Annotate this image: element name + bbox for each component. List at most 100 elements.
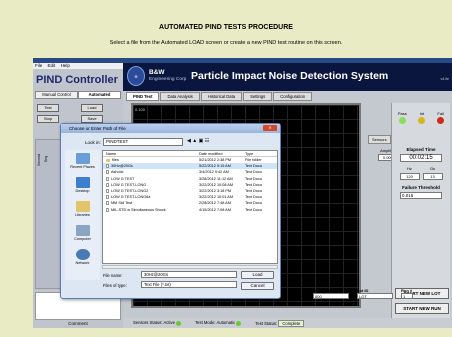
look-in-dropdown[interactable]: PINDTEST [103,138,183,146]
col-name[interactable]: Name [103,151,199,156]
sensors-status-led-icon [176,320,182,326]
document-icon [106,188,109,193]
file-dialog: Choose or Enter Path of File ✕ Look in: … [60,123,281,299]
place-computer[interactable]: Computer [65,225,100,241]
status-bar: Sensors Status: Active Test Mode: Automa… [123,318,452,328]
file-name-input[interactable]: 30Hz@20Gs [141,271,237,278]
failure-threshold-value[interactable]: 0.015 [400,192,442,199]
document-icon [106,182,109,187]
file-date: 4/15/2012 7:08 AM [199,207,231,212]
page-title: AUTOMATED PIND TESTS PROCEDURE [159,24,293,31]
computer-icon [75,225,90,236]
file-name-label: File name: [103,273,123,278]
header-banner: ⊕ B&W Engineering Corp Particle Impact N… [123,63,452,91]
tab-pind-test[interactable]: PIND Test [126,92,160,101]
file-row[interactable]: MIL-STD w Simultaneous Shock 4/15/2012 7:… [103,207,277,213]
document-icon [106,201,109,206]
start-new-run-button[interactable]: START NEW RUN [395,303,449,314]
horizontal-scrollbar[interactable] [102,265,278,269]
document-icon [106,195,109,200]
menu-edit[interactable]: Edit [48,63,56,68]
cancel-button[interactable]: Cancel [241,282,274,290]
place-network[interactable]: Network [65,249,100,265]
main-tabs: PIND Test Data Analysis Historical Data … [126,92,313,101]
file-name: 30Hz@20Gs [111,164,133,169]
pass-led-icon [398,117,406,124]
load-button[interactable]: Load [81,104,103,112]
hz-value[interactable]: 120 [399,173,420,180]
elapsed-time-value: 00:02:15 [400,154,442,162]
up-folder-icon[interactable]: ▲ [192,138,197,144]
col-type[interactable]: Type [245,151,277,156]
col-date[interactable]: Date modified [199,151,245,156]
comment-label: Comment [68,321,88,326]
place-desktop[interactable]: Desktop [65,177,100,193]
test-fields: UNIT S/N 000 Lot ID LOT Run #1 [313,288,413,299]
elapsed-time-label: Elapsed Time [406,147,436,152]
controller-title: PIND Controller [36,74,118,86]
file-name: MIL-STD w Simultaneous Shock [111,207,166,212]
fail-label: Fail [437,111,444,116]
folder-icon [106,158,110,162]
file-list: Name Date modified Type files 5/21/2012 2… [102,150,278,264]
test-status-label: Test Status: [255,320,278,326]
save-button[interactable]: Save [81,115,103,123]
gs-value[interactable]: 13 [422,173,443,180]
place-libraries[interactable]: Libraries [65,201,100,217]
new-folder-icon[interactable]: ▣ [199,138,204,144]
document-icon [106,164,109,169]
globe-logo-icon: ⊕ [127,66,145,86]
file-name: LOW G TEST-LONG [111,182,147,187]
int-led-icon [418,117,426,124]
file-type-label: Files of type: [103,283,127,288]
tab-automated[interactable]: Automated [78,91,121,99]
tab-data-analysis[interactable]: Data Analysis [160,92,200,101]
gs-label: Gs [429,166,436,171]
pass-int-fail-indicators: Pass Int Fail [392,103,450,125]
menu-file[interactable]: File [35,63,42,68]
back-icon[interactable]: ◀ [187,138,191,144]
sensors-button[interactable]: Sensors [368,135,391,144]
unit-sn-input[interactable]: 000 [313,293,349,299]
test-button[interactable]: Test [37,104,59,112]
page-subtitle: Select a file from the Automated LOAD sc… [109,40,343,46]
stop-button[interactable]: Stop [37,115,59,123]
file-name: LOW G TEST-LONG6a [111,195,151,200]
version-label: v4.0e [440,77,449,81]
libraries-icon [75,201,90,212]
tab-manual-control[interactable]: Manual Control [35,91,78,99]
desktop-icon [75,177,90,188]
pass-label: Pass [397,111,407,116]
recent-places-icon [75,153,90,164]
chart-top-label: 0.100 [135,107,146,112]
left-tabs: Manual Control Automated [35,91,121,99]
file-name: Ashock [111,170,124,175]
tab-configuration[interactable]: Configuration [273,92,313,101]
file-type: Text Docu [245,207,262,212]
network-icon [75,249,90,260]
dialog-title: Choose or Enter Path of File [61,124,280,133]
document-icon [106,207,109,212]
test-mode-led-icon [236,320,242,326]
brand-sub: Engineering Corp [149,77,187,82]
load-file-button[interactable]: Load [241,271,274,279]
close-icon[interactable]: ✕ [263,125,277,131]
tab-settings[interactable]: Settings [243,92,273,101]
sensors-status: Sensors Status: Active [133,320,175,326]
place-recent[interactable]: Recent Places [65,153,100,169]
hz-label: Hz [407,166,412,171]
brand-name: B&W [149,69,165,76]
file-name: MM Std Test [111,201,133,206]
run-input[interactable]: 1 [401,293,413,299]
tab-historical-data[interactable]: Historical Data [200,92,243,101]
file-name: files [112,158,119,162]
document-icon [106,176,109,181]
menu-help[interactable]: Help [61,63,70,68]
document-icon [106,170,109,175]
file-type-select[interactable]: Text File (*.txt) [141,281,237,288]
view-menu-icon[interactable]: ☷ [205,138,209,144]
lot-id-input[interactable]: LOT [357,293,393,299]
seq-label: Seq [44,156,48,163]
look-in-label: Look in: [85,140,101,145]
second-label: Second [37,154,41,166]
